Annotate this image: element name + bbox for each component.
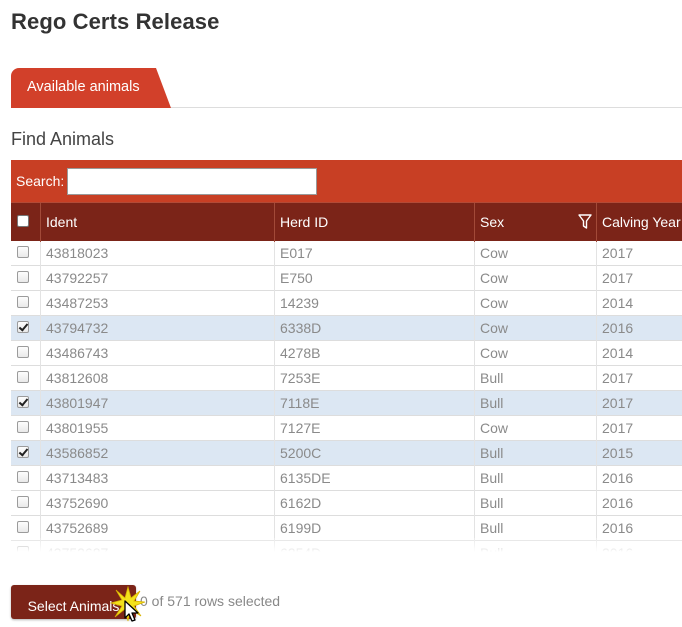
column-header-herd-id[interactable]: Herd ID bbox=[275, 203, 475, 242]
row-select-cell bbox=[11, 241, 41, 266]
cell-sex: Cow bbox=[475, 316, 597, 341]
row-checkbox[interactable] bbox=[17, 421, 29, 433]
tab-bar: Available animals bbox=[11, 68, 682, 108]
row-select-cell bbox=[11, 391, 41, 416]
row-checkbox[interactable] bbox=[17, 271, 29, 283]
table-row[interactable]: 43713483 6135DE Bull 2016 bbox=[11, 466, 682, 491]
cell-sex: Bull bbox=[475, 391, 597, 416]
cell-ident: 43794732 bbox=[41, 316, 275, 341]
cell-ident: 43801947 bbox=[41, 391, 275, 416]
cell-sex: Bull bbox=[475, 491, 597, 516]
cell-sex: Cow bbox=[475, 341, 597, 366]
cell-ident: 43818023 bbox=[41, 241, 275, 266]
cell-herd-id: 7118E bbox=[275, 391, 475, 416]
cell-herd-id: 5200C bbox=[275, 441, 475, 466]
cell-ident: 43792257 bbox=[41, 266, 275, 291]
cell-herd-id: 7253E bbox=[275, 366, 475, 391]
row-select-cell bbox=[11, 441, 41, 466]
cell-calving-year: 2017 bbox=[602, 420, 634, 436]
cell-sex: Bull bbox=[475, 441, 597, 466]
search-input[interactable] bbox=[67, 167, 318, 195]
cell-ident: 43486743 bbox=[41, 341, 275, 366]
cell-calving-year: 2015 bbox=[602, 445, 634, 461]
row-checkbox[interactable] bbox=[17, 246, 29, 258]
cell-sex: Cow bbox=[475, 416, 597, 441]
column-header-sex[interactable]: Sex bbox=[475, 203, 597, 242]
cell-calving-year: 2016 bbox=[602, 495, 634, 511]
cell-ident: 43713483 bbox=[41, 466, 275, 491]
cell-calving-year: 2017 bbox=[602, 395, 634, 411]
column-header-sex-label: Sex bbox=[480, 214, 505, 230]
row-checkbox[interactable] bbox=[17, 371, 29, 383]
table-row[interactable]: 43752690 6162D Bull 2016 bbox=[11, 491, 682, 516]
cell-calving-year: 2014 bbox=[602, 295, 634, 311]
cell-herd-id: E750 bbox=[275, 266, 475, 291]
cell-herd-id: 4278B bbox=[275, 341, 475, 366]
cell-herd-id: 7127E bbox=[275, 416, 475, 441]
cell-ident: 43812608 bbox=[41, 366, 275, 391]
row-select-cell bbox=[11, 266, 41, 291]
cell-ident: 43801955 bbox=[41, 416, 275, 441]
row-select-cell bbox=[11, 291, 41, 316]
cell-herd-id: 6162D bbox=[275, 491, 475, 516]
row-checkbox[interactable] bbox=[17, 496, 29, 508]
row-select-cell bbox=[11, 416, 41, 441]
table-row[interactable]: 43818023 E017 Cow 2017 bbox=[11, 241, 682, 266]
cell-calving-year: 2016 bbox=[602, 470, 634, 486]
table-row[interactable]: 43801955 7127E Cow 2017 bbox=[11, 416, 682, 441]
column-header-ident[interactable]: Ident bbox=[41, 203, 275, 242]
grid-scroll-fade bbox=[11, 538, 682, 552]
row-select-cell bbox=[11, 341, 41, 366]
row-select-cell bbox=[11, 491, 41, 516]
animals-grid: Search: Ident Herd ID Sex Calving Year 4… bbox=[11, 160, 682, 552]
page-title: Rego Certs Release bbox=[11, 9, 220, 34]
row-select-cell bbox=[11, 366, 41, 391]
cell-calving-year: 2014 bbox=[602, 345, 634, 361]
select-all-cell bbox=[11, 203, 41, 242]
section-title: Find Animals bbox=[11, 129, 115, 149]
cell-herd-id: 6135DE bbox=[275, 466, 475, 491]
search-bar: Search: bbox=[11, 160, 682, 202]
cell-herd-id: E017 bbox=[275, 241, 475, 266]
table-row[interactable]: 43487253 14239 Cow 2014 bbox=[11, 291, 682, 316]
row-checkbox[interactable] bbox=[17, 471, 29, 483]
cell-ident: 43586852 bbox=[41, 441, 275, 466]
cell-sex: Bull bbox=[475, 366, 597, 391]
mouse-pointer-icon bbox=[124, 600, 139, 622]
row-checkbox[interactable] bbox=[17, 521, 29, 533]
cell-calving-year: 2016 bbox=[602, 320, 634, 336]
cell-calving-year: 2017 bbox=[602, 245, 634, 261]
table-row[interactable]: 43586852 5200C Bull 2015 bbox=[11, 441, 682, 466]
cell-sex: Cow bbox=[475, 241, 597, 266]
grid-body: 43818023 E017 Cow 2017 43792257 E750 Cow 2017 43… bbox=[11, 241, 682, 552]
row-select-cell bbox=[11, 466, 41, 491]
table-row[interactable]: 43792257 E750 Cow 2017 bbox=[11, 266, 682, 291]
table-row[interactable]: 43801947 7118E Bull 2017 bbox=[11, 391, 682, 416]
row-checkbox[interactable] bbox=[17, 446, 29, 458]
cell-sex: Cow bbox=[475, 291, 597, 316]
filter-funnel-icon[interactable] bbox=[578, 214, 592, 230]
grid-header: Ident Herd ID Sex Calving Year bbox=[11, 202, 682, 242]
cell-ident: 43752690 bbox=[41, 491, 275, 516]
row-checkbox[interactable] bbox=[17, 396, 29, 408]
select-all-checkbox[interactable] bbox=[17, 215, 29, 227]
row-checkbox[interactable] bbox=[17, 296, 29, 308]
cell-sex: Cow bbox=[475, 266, 597, 291]
cell-sex: Bull bbox=[475, 466, 597, 491]
cell-calving-year: 2017 bbox=[602, 270, 634, 286]
table-row[interactable]: 43812608 7253E Bull 2017 bbox=[11, 366, 682, 391]
column-header-calving-year[interactable]: Calving Year bbox=[597, 203, 682, 242]
rows-selected-status: 0 of 571 rows selected bbox=[140, 593, 281, 609]
table-row[interactable]: 43794732 6338D Cow 2016 bbox=[11, 316, 682, 341]
search-label: Search: bbox=[16, 173, 65, 189]
cell-herd-id: 6338D bbox=[275, 316, 475, 341]
row-checkbox[interactable] bbox=[17, 321, 29, 333]
row-checkbox[interactable] bbox=[17, 346, 29, 358]
tab-available-animals[interactable]: Available animals bbox=[11, 68, 171, 108]
table-row[interactable]: 43486743 4278B Cow 2014 bbox=[11, 341, 682, 366]
cell-ident: 43487253 bbox=[41, 291, 275, 316]
cell-herd-id: 14239 bbox=[275, 291, 475, 316]
cell-calving-year: 2017 bbox=[602, 370, 634, 386]
row-select-cell bbox=[11, 316, 41, 341]
